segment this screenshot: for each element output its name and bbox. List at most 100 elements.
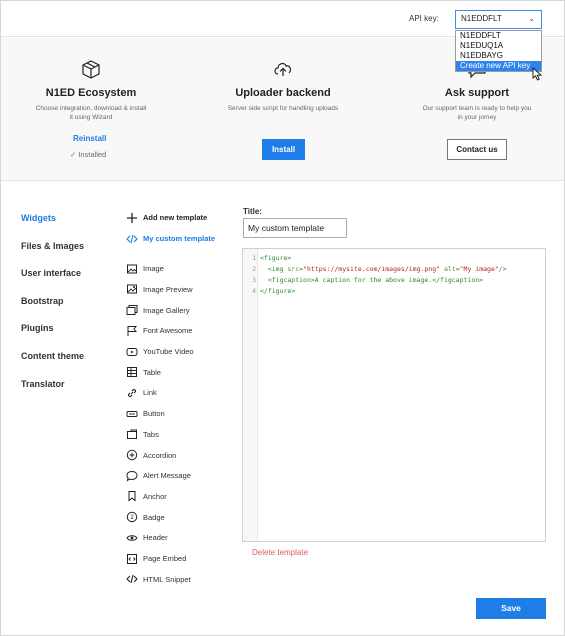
code-line: <figure> <box>260 254 292 262</box>
widget-item-header[interactable]: Header <box>126 529 168 543</box>
ecosystem-card: N1ED Ecosystem Choose integration, downl… <box>21 58 161 122</box>
nav-item-bootstrap[interactable]: Bootstrap <box>21 296 84 324</box>
widget-item-accordion[interactable]: Accordion <box>126 446 177 461</box>
line-number-gutter: 1 2 3 4 <box>243 249 258 541</box>
widget-item-tabs[interactable]: Tabs <box>126 426 159 440</box>
widget-item-label: Page Embed <box>143 554 187 564</box>
chevron-down-icon: ⌄ <box>528 14 535 23</box>
support-title: Ask support <box>444 87 510 99</box>
nav-item-content-theme[interactable]: Content theme <box>21 351 84 379</box>
save-button[interactable]: Save <box>476 598 546 619</box>
accordion-icon <box>126 449 138 461</box>
installed-status: ✓ Installed <box>70 150 106 159</box>
youtube-icon <box>126 347 138 356</box>
widget-item-label: Anchor <box>143 491 167 501</box>
code-icon <box>126 575 138 584</box>
nav-item-user-interface[interactable]: User interface <box>21 268 84 296</box>
box-icon <box>82 60 100 79</box>
widget-item-table[interactable]: Table <box>126 364 161 378</box>
line-number: 2 <box>252 265 256 273</box>
widget-item-html-snippet[interactable]: HTML Snippet <box>126 571 191 585</box>
api-key-option[interactable]: N1EDUQ1A <box>456 41 541 51</box>
nav-item-plugins[interactable]: Plugins <box>21 323 84 351</box>
widget-item-label: Font Awesome <box>143 326 193 336</box>
widget-item-label: YouTube Video <box>143 347 194 357</box>
create-api-key-option[interactable]: Create new API key <box>456 61 541 71</box>
delete-template-link[interactable]: Delete template <box>252 548 308 557</box>
code-line: <img src="https://mysite.com/images/img.… <box>267 265 507 273</box>
uploader-card: Uploader backend Server side script for … <box>213 58 353 113</box>
nav-item-widgets[interactable]: Widgets <box>21 213 84 241</box>
widget-item-youtube-video[interactable]: YouTube Video <box>126 343 194 357</box>
uploader-desc: Server side script for handling uploads <box>213 104 353 113</box>
ecosystem-desc-line: it using Wizard <box>69 114 113 121</box>
widget-item-page-embed[interactable]: Page Embed <box>126 550 186 564</box>
widget-item-badge[interactable]: 2 Badge <box>126 508 165 523</box>
widget-item-link[interactable]: Link <box>126 384 157 398</box>
widget-item-label: Table <box>143 367 161 377</box>
title-input[interactable]: My custom template <box>243 218 347 238</box>
svg-text:2: 2 <box>130 515 134 521</box>
widget-item-button[interactable]: Button <box>126 405 165 419</box>
app-window: API key: N1EDDFLT ⌄ N1EDDFLT N1EDUQ1A N1… <box>0 0 565 636</box>
api-key-label: API key: <box>409 14 439 23</box>
line-number: 3 <box>252 276 256 284</box>
plus-icon <box>127 212 137 223</box>
line-number: 1 <box>252 254 256 262</box>
add-template-button[interactable]: Add new template <box>126 209 207 223</box>
install-button[interactable]: Install <box>262 139 305 160</box>
reinstall-link[interactable]: Reinstall <box>73 134 106 143</box>
api-key-select[interactable]: N1EDDFLT ⌄ <box>455 10 542 29</box>
api-key-option[interactable]: N1EDDFLT <box>456 31 541 41</box>
code-icon <box>126 234 138 243</box>
mouse-cursor-icon <box>532 67 543 81</box>
widget-item-label: Image Gallery <box>143 305 190 315</box>
flag-icon <box>127 325 138 336</box>
widget-item-image-gallery[interactable]: Image Gallery <box>126 301 190 316</box>
nav-item-files-images[interactable]: Files & Images <box>21 241 84 269</box>
image-gallery-icon <box>126 305 138 316</box>
widget-item-anchor[interactable]: Anchor <box>126 488 167 503</box>
widget-item-image-preview[interactable]: Image Preview <box>126 281 193 295</box>
code-line: <figcaption>A caption for the above imag… <box>267 276 484 284</box>
api-key-selected-value: N1EDDFLT <box>461 14 502 23</box>
uploader-title: Uploader backend <box>235 87 331 99</box>
widget-item-label: Link <box>143 388 157 398</box>
widget-item-alert-message[interactable]: Alert Message <box>126 467 191 482</box>
widget-item-label: Tabs <box>143 429 159 439</box>
custom-template-label: My custom template <box>143 234 216 244</box>
ecosystem-desc-line: Choose integration, download & install <box>35 105 147 112</box>
installed-label: Installed <box>78 150 107 159</box>
ecosystem-title: N1ED Ecosystem <box>45 87 137 99</box>
widget-item-font-awesome[interactable]: Font Awesome <box>126 322 192 336</box>
api-key-dropdown-list: N1EDDFLT N1EDUQ1A N1EDBAYG Create new AP… <box>455 30 542 72</box>
embed-icon <box>127 553 137 564</box>
badge-icon: 2 <box>126 511 138 523</box>
widget-item-label: Image <box>143 264 164 274</box>
api-key-option[interactable]: N1EDBAYG <box>456 51 541 61</box>
add-template-label: Add new template <box>143 213 208 223</box>
code-editor[interactable]: 1 2 3 4 <figure> <img src="https://mysit… <box>242 248 546 542</box>
widget-item-custom-template[interactable]: My custom template <box>126 230 215 244</box>
support-desc-line: in your jomey <box>457 114 497 121</box>
contact-us-button[interactable]: Contact us <box>447 139 507 160</box>
image-preview-icon <box>127 284 137 294</box>
table-icon <box>127 367 137 378</box>
widget-item-label: Badge <box>143 512 165 522</box>
line-number: 4 <box>252 287 256 295</box>
widget-item-label: Header <box>143 533 168 543</box>
support-desc: Our support team is ready to help you in… <box>407 104 547 122</box>
widget-item-label: Image Preview <box>143 284 193 294</box>
bookmark-icon <box>128 491 136 503</box>
widget-item-image[interactable]: Image <box>126 260 164 274</box>
widget-item-label: Accordion <box>143 450 177 460</box>
nav-item-translator[interactable]: Translator <box>21 379 84 407</box>
speech-bubble-icon <box>126 470 138 482</box>
widget-item-label: Alert Message <box>143 471 191 481</box>
button-icon <box>126 410 138 417</box>
title-label: Title: <box>243 207 262 216</box>
widget-item-label: Button <box>143 409 165 419</box>
settings-nav: Widgets Files & Images User interface Bo… <box>21 213 84 406</box>
checkmark-icon: ✓ <box>70 150 77 159</box>
ecosystem-desc: Choose integration, download & install i… <box>21 104 161 122</box>
